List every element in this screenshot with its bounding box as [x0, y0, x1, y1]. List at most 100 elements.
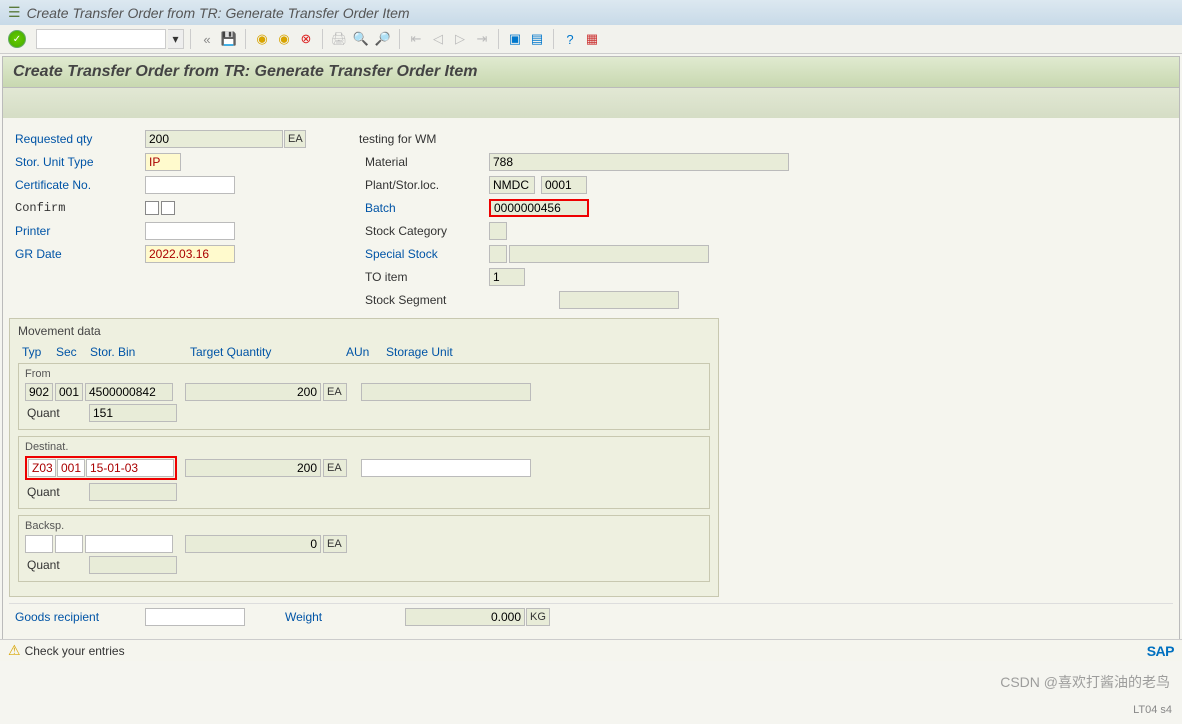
- certificate-no-label: Certificate No.: [9, 178, 145, 192]
- from-title: From: [25, 368, 703, 380]
- next-page-icon[interactable]: ▷: [450, 29, 470, 49]
- backsp-qty: [185, 535, 321, 553]
- from-quant-label: Quant: [25, 406, 87, 420]
- from-typ: [25, 383, 53, 401]
- stor-unit-type-field[interactable]: [145, 153, 181, 171]
- from-qty: [185, 383, 321, 401]
- footer-row: Goods recipient Weight KG: [9, 606, 1173, 628]
- stock-category-field: [489, 222, 507, 240]
- from-bin: [85, 383, 173, 401]
- goods-recipient-label: Goods recipient: [9, 610, 145, 624]
- goods-recipient-field[interactable]: [145, 608, 245, 626]
- layout-icon[interactable]: ▤: [527, 29, 547, 49]
- special-stock-ind-field: [489, 245, 507, 263]
- special-stock-num-field: [509, 245, 709, 263]
- stock-category-label: Stock Category: [359, 224, 489, 238]
- from-su: [361, 383, 531, 401]
- settings-icon[interactable]: ▦: [582, 29, 602, 49]
- right-column: testing for WM Material Plant/Stor.loc. …: [359, 128, 1173, 312]
- to-item-label: TO item: [359, 270, 489, 284]
- first-page-icon[interactable]: ⇤: [406, 29, 426, 49]
- destinat-sec[interactable]: [57, 459, 85, 477]
- cancel-icon[interactable]: ⊗: [296, 29, 316, 49]
- plant-field: [489, 176, 535, 194]
- window-title: Create Transfer Order from TR: Generate …: [27, 5, 410, 21]
- window-title-bar: ☰ Create Transfer Order from TR: Generat…: [0, 0, 1182, 25]
- app-toolbar: ✓ ▾ « 💾 ◉ ◉ ⊗ 🖨 🔍 🔎 ⇤ ◁ ▷ ⇥ ▣ ▤ ? ▦: [0, 25, 1182, 54]
- find-icon[interactable]: 🔍: [351, 29, 371, 49]
- confirm-checkbox-1[interactable]: [145, 201, 159, 215]
- page-title-bar: Create Transfer Order from TR: Generate …: [2, 56, 1180, 88]
- backsp-title: Backsp.: [25, 520, 703, 532]
- stor-unit-type-label: Stor. Unit Type: [9, 155, 145, 169]
- to-item-field: [489, 268, 525, 286]
- stock-segment-label: Stock Segment: [359, 293, 489, 307]
- material-label: Material: [359, 155, 489, 169]
- movement-data-group: Movement data Typ Sec Stor. Bin Target Q…: [9, 318, 719, 597]
- ok-icon[interactable]: ✓: [8, 30, 26, 48]
- command-dropdown[interactable]: ▾: [168, 29, 184, 49]
- find-next-icon[interactable]: 🔎: [373, 29, 393, 49]
- destinat-highlight: [25, 456, 177, 480]
- destinat-quant-label: Quant: [25, 485, 87, 499]
- content-area: Requested qty EA Stor. Unit Type Certifi…: [2, 118, 1180, 639]
- tcode-corner: LT04 s4: [1133, 704, 1172, 716]
- backsp-typ[interactable]: [25, 535, 53, 553]
- weight-field: [405, 608, 525, 626]
- hdr-aun: AUn: [346, 345, 380, 359]
- hdr-typ: Typ: [22, 345, 50, 359]
- app-menu-icon[interactable]: ☰: [8, 4, 21, 21]
- new-session-icon[interactable]: ▣: [505, 29, 525, 49]
- description-text: testing for WM: [359, 132, 436, 146]
- from-quant: [89, 404, 177, 422]
- from-frame: From EA Quant: [18, 363, 710, 430]
- exit-icon[interactable]: ◉: [252, 29, 272, 49]
- save-icon[interactable]: 💾: [219, 29, 239, 49]
- left-column: Requested qty EA Stor. Unit Type Certifi…: [9, 128, 329, 312]
- status-bar: ⚠ Check your entries SAP: [0, 639, 1182, 661]
- gr-date-label: GR Date: [9, 247, 145, 261]
- cancel-round-icon[interactable]: ◉: [274, 29, 294, 49]
- destinat-frame: Destinat. EA Quant: [18, 436, 710, 509]
- backsp-quant: [89, 556, 177, 574]
- hdr-target-qty: Target Quantity: [190, 345, 340, 359]
- gr-date-field[interactable]: [145, 245, 235, 263]
- batch-field: [489, 199, 589, 217]
- destinat-typ[interactable]: [28, 459, 56, 477]
- destinat-su[interactable]: [361, 459, 531, 477]
- command-field[interactable]: [36, 29, 166, 49]
- certificate-no-field[interactable]: [145, 176, 235, 194]
- destinat-bin[interactable]: [86, 459, 174, 477]
- stock-segment-field: [559, 291, 679, 309]
- hdr-sec: Sec: [56, 345, 84, 359]
- help-icon[interactable]: ?: [560, 29, 580, 49]
- print-icon[interactable]: 🖨: [329, 29, 349, 49]
- weight-unit: KG: [526, 608, 550, 626]
- back-icon[interactable]: «: [197, 29, 217, 49]
- weight-label: Weight: [285, 610, 405, 624]
- requested-qty-unit: EA: [284, 130, 306, 148]
- last-page-icon[interactable]: ⇥: [472, 29, 492, 49]
- material-field: [489, 153, 789, 171]
- sap-logo: SAP: [1147, 643, 1174, 659]
- requested-qty-field: [145, 130, 283, 148]
- backsp-sec[interactable]: [55, 535, 83, 553]
- destinat-quant: [89, 483, 177, 501]
- confirm-checkbox-2[interactable]: [161, 201, 175, 215]
- requested-qty-label: Requested qty: [9, 132, 145, 146]
- destinat-title: Destinat.: [25, 441, 703, 453]
- warning-icon: ⚠: [8, 642, 21, 659]
- confirm-label: Confirm: [9, 201, 145, 215]
- hdr-storage-unit: Storage Unit: [386, 345, 453, 359]
- backsp-bin[interactable]: [85, 535, 173, 553]
- prev-page-icon[interactable]: ◁: [428, 29, 448, 49]
- special-stock-label: Special Stock: [359, 247, 489, 261]
- watermark-text: CSDN @喜欢打酱油的老鸟: [1000, 672, 1170, 692]
- movement-column-headers: Typ Sec Stor. Bin Target Quantity AUn St…: [18, 345, 710, 359]
- from-sec: [55, 383, 83, 401]
- from-aun: EA: [323, 383, 347, 401]
- printer-field[interactable]: [145, 222, 235, 240]
- destinat-aun: EA: [323, 459, 347, 477]
- backsp-frame: Backsp. EA Quant: [18, 515, 710, 582]
- movement-data-title: Movement data: [18, 324, 710, 338]
